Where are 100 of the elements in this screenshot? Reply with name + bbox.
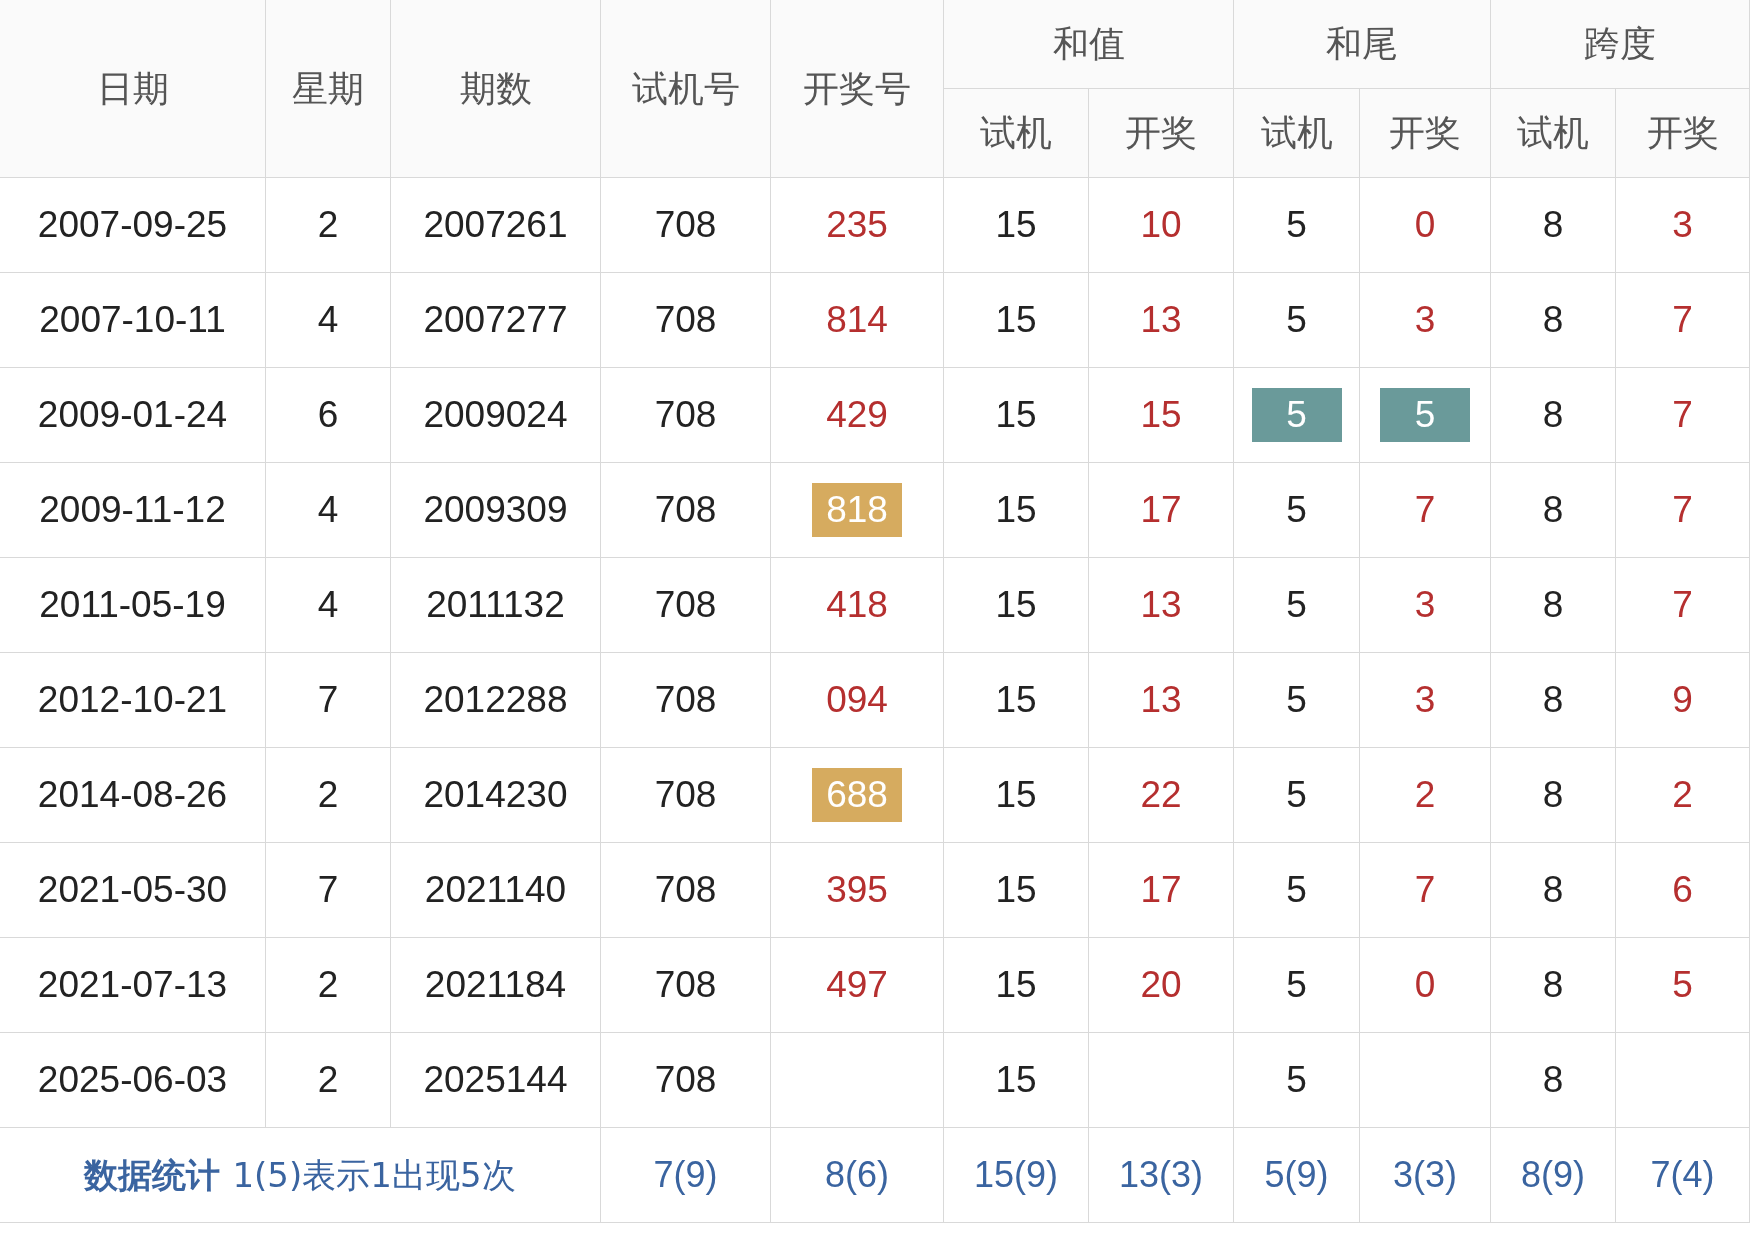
table-cell-text: 708 <box>654 963 717 1008</box>
table-cell-text: 4 <box>317 488 339 533</box>
table-cell-text: 8 <box>1542 773 1564 818</box>
table-cell-text: 708 <box>654 203 717 248</box>
table-cell-text: 235 <box>826 203 888 248</box>
table-cell-text: 8 <box>1542 1058 1564 1103</box>
table-cell-text: 2012-10-21 <box>37 678 228 723</box>
stat-value: 7(9) <box>653 1153 718 1197</box>
table-cell-text: 15 <box>995 963 1037 1008</box>
table-cell-text: 5 <box>1672 963 1693 1008</box>
column-header: 试机 <box>980 111 1052 155</box>
table-cell-text: 20 <box>1140 963 1182 1008</box>
table-cell-text: 5 <box>1286 203 1307 248</box>
table-cell-text: 2009309 <box>423 488 568 533</box>
column-header: 开奖 <box>1125 111 1197 155</box>
table-cell-text: 708 <box>654 1058 717 1103</box>
highlighted-number: 818 <box>812 483 902 537</box>
table-cell-text: 2012288 <box>423 678 568 723</box>
table-cell-text: 15 <box>995 678 1037 723</box>
table-cell-text: 7 <box>317 678 339 723</box>
table-cell-text: 2 <box>317 773 339 818</box>
table-cell-text: 15 <box>995 298 1037 343</box>
column-header: 开奖 <box>1389 111 1461 155</box>
table-cell-text: 2007-09-25 <box>37 203 228 248</box>
table-cell-text: 2 <box>317 963 339 1008</box>
table-cell-text: 2009-11-12 <box>39 488 226 533</box>
table-cell-text: 3 <box>1414 678 1436 723</box>
stats-title: 数据统计 <box>84 1153 221 1197</box>
table-cell-text: 2025-06-03 <box>37 1058 228 1103</box>
table-cell-text: 8 <box>1542 963 1564 1008</box>
table-cell-text: 708 <box>654 583 717 628</box>
table-cell-text: 17 <box>1140 488 1182 533</box>
table-cell-text: 7 <box>1672 488 1693 533</box>
table-cell-text: 7 <box>317 868 339 913</box>
table-cell-text: 4 <box>317 298 339 343</box>
stats-note: 1(5)表示1出现5次 <box>232 1153 516 1197</box>
table-cell-text: 5 <box>1286 298 1307 343</box>
table-cell-text: 15 <box>995 1058 1037 1103</box>
table-cell-text: 8 <box>1542 678 1564 723</box>
table-cell-text: 3 <box>1672 203 1693 248</box>
column-header: 日期 <box>96 66 169 111</box>
table-cell-text: 7 <box>1672 393 1693 438</box>
table-cell-text: 3 <box>1414 583 1436 628</box>
table-cell-text: 8 <box>1542 203 1564 248</box>
table-cell-text: 8 <box>1542 488 1564 533</box>
highlighted-number: 5 <box>1380 388 1470 442</box>
table-cell-text: 708 <box>654 393 717 438</box>
table-cell-text: 2021184 <box>424 963 567 1008</box>
table-cell-text: 2007-10-11 <box>39 298 226 343</box>
column-header: 开奖号 <box>803 66 911 111</box>
column-header: 试机 <box>1260 111 1333 155</box>
table-cell-text: 15 <box>995 868 1037 913</box>
table-cell-text: 10 <box>1140 203 1182 248</box>
table-cell-text: 13 <box>1140 298 1182 343</box>
table-cell-text: 5 <box>1286 868 1307 913</box>
table-cell-text: 2014230 <box>423 773 568 818</box>
table-cell-text: 497 <box>826 963 888 1008</box>
table-cell-text: 8 <box>1542 298 1564 343</box>
table-cell-text: 7 <box>1414 488 1436 533</box>
table-cell-text: 2011132 <box>426 583 565 628</box>
table-cell-text: 2025144 <box>423 1058 568 1103</box>
table-cell-text: 814 <box>826 298 888 343</box>
table-cell-text: 15 <box>1140 393 1182 438</box>
stat-value: 3(3) <box>1393 1153 1457 1197</box>
table-cell-text: 2007277 <box>423 298 568 343</box>
table-cell-text: 5 <box>1286 488 1307 533</box>
table-cell-text: 2 <box>317 1058 339 1103</box>
stat-value: 8(6) <box>825 1153 889 1197</box>
table-cell-text: 429 <box>826 393 888 438</box>
table-cell-text: 5 <box>1286 1058 1307 1103</box>
table-cell-text: 708 <box>654 868 717 913</box>
table-cell-text: 708 <box>654 773 717 818</box>
table-cell-text: 3 <box>1414 298 1436 343</box>
stat-value: 13(3) <box>1118 1153 1203 1197</box>
table-cell-text: 395 <box>826 868 888 913</box>
table-cell-text: 2 <box>1672 773 1693 818</box>
table-cell-text: 2014-08-26 <box>37 773 228 818</box>
table-cell-text: 9 <box>1672 678 1693 723</box>
column-header: 试机 <box>1517 111 1589 155</box>
table-cell-text: 7 <box>1414 868 1436 913</box>
stat-value: 5(9) <box>1264 1153 1329 1197</box>
table-cell-text: 15 <box>995 393 1037 438</box>
table-cell-text: 708 <box>654 298 717 343</box>
table-cell-text: 2 <box>1414 773 1436 818</box>
table-cell-text: 708 <box>654 678 717 723</box>
column-header: 星期 <box>292 66 364 111</box>
column-header: 期数 <box>459 66 532 111</box>
table-cell-text: 094 <box>826 678 888 723</box>
column-header: 开奖 <box>1646 111 1719 155</box>
group-header: 和值 <box>1052 22 1125 66</box>
table-cell-text: 2009024 <box>423 393 568 438</box>
highlighted-number: 688 <box>812 768 902 822</box>
table-cell-text: 5 <box>1286 678 1307 723</box>
table-cell-text: 22 <box>1140 773 1182 818</box>
table-cell-text: 8 <box>1542 583 1564 628</box>
highlighted-number: 5 <box>1251 388 1342 442</box>
table-cell-text: 5 <box>1286 773 1307 818</box>
table-cell-text: 2 <box>317 203 339 248</box>
table-cell-text: 8 <box>1542 868 1564 913</box>
table-cell-text: 15 <box>995 203 1037 248</box>
